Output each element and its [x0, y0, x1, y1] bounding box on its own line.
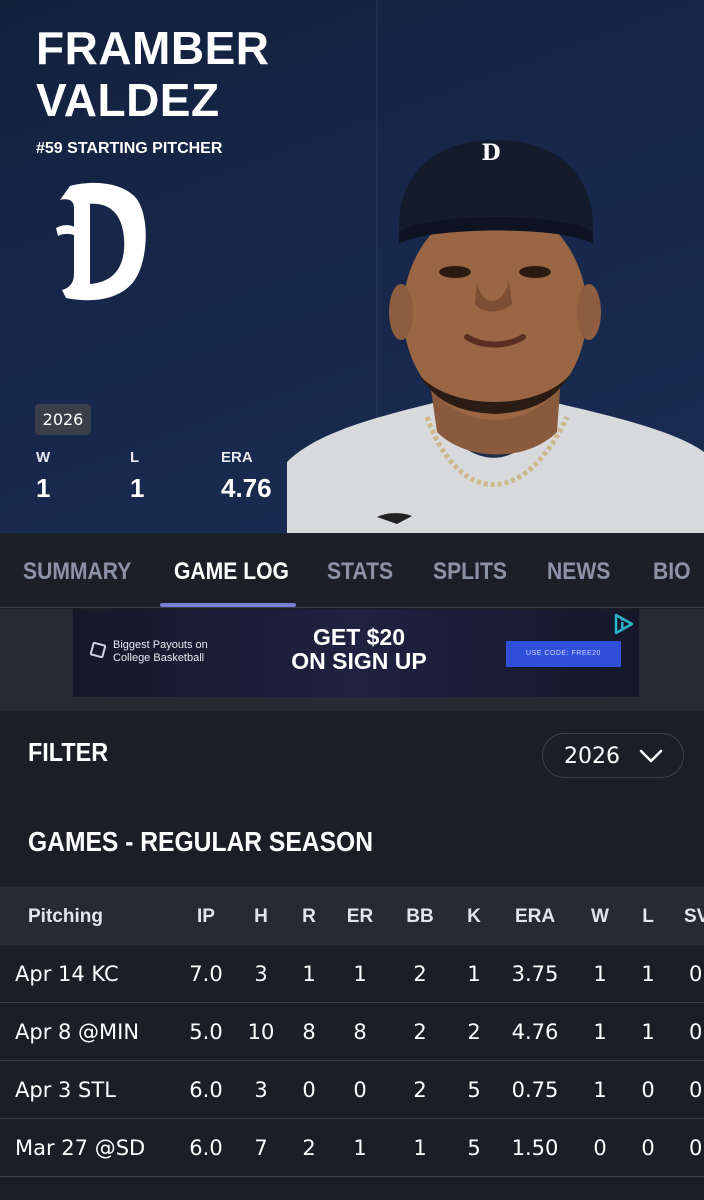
cell-era: 3.75 — [511, 962, 559, 986]
cell-k: 2 — [467, 1020, 481, 1044]
tigers-logo-icon — [56, 182, 146, 301]
tab-summary[interactable]: SUMMARY — [23, 533, 131, 608]
cell-ip: 6.0 — [189, 1078, 223, 1102]
player-number-position: #59 STARTING PITCHER — [36, 140, 223, 157]
ad-left-text: Biggest Payouts on College Basketball — [113, 639, 208, 664]
ad-headline: GET $20 ON SIGN UP — [291, 624, 427, 674]
cell-w: 1 — [593, 962, 607, 986]
cell-r: 1 — [302, 962, 316, 986]
stat-wins: W 1 — [36, 449, 51, 503]
stat-losses: L 1 — [130, 449, 145, 503]
cell-h: 3 — [254, 1078, 268, 1102]
filter-label: FILTER — [28, 737, 109, 767]
col-k[interactable]: K — [467, 887, 481, 945]
stat-era: ERA 4.76 — [221, 449, 272, 503]
cell-l: 0 — [641, 1078, 655, 1102]
tab-splits[interactable]: SPLITS — [433, 533, 507, 608]
cell-bb: 1 — [413, 1136, 427, 1160]
season-badge: 2026 — [35, 404, 91, 435]
cell-era: 1.50 — [511, 1136, 559, 1160]
season-select-value: 2026 — [564, 744, 620, 769]
table-row[interactable]: Apr 8 @MIN 5.0 10 8 8 2 2 4.76 1 1 0 — [0, 1003, 704, 1061]
cell-er: 0 — [353, 1078, 367, 1102]
cell-ip: 7.0 — [189, 962, 223, 986]
player-photo: D — [287, 140, 704, 533]
cell-ip: 5.0 — [189, 1020, 223, 1044]
tab-game-log[interactable]: GAME LOG — [174, 533, 289, 608]
cell-bb: 2 — [413, 962, 427, 986]
player-first-name: FRAMBER — [36, 22, 270, 74]
col-era[interactable]: ERA — [515, 887, 555, 945]
cell-h: 10 — [247, 1020, 275, 1044]
ad-promo-button[interactable]: USE CODE: FREE20 — [506, 641, 621, 667]
cell-l: 1 — [641, 962, 655, 986]
cell-sv: 0 — [689, 1020, 703, 1044]
ad-banner[interactable]: Biggest Payouts on College Basketball GE… — [73, 609, 639, 697]
cell-k: 1 — [467, 962, 481, 986]
cell-k: 5 — [467, 1078, 481, 1102]
player-hero: FRAMBER VALDEZ #59 STARTING PITCHER 2026… — [0, 0, 704, 533]
tab-bar: SUMMARY GAME LOG STATS SPLITS NEWS BIO — [0, 533, 704, 608]
cell-h: 3 — [254, 962, 268, 986]
col-h[interactable]: H — [254, 887, 268, 945]
cell-er: 1 — [353, 962, 367, 986]
cell-game: Mar 27 @SD — [15, 1136, 146, 1160]
section-title: GAMES - REGULAR SEASON — [28, 826, 373, 857]
cell-w: 0 — [593, 1136, 607, 1160]
ad-container: Biggest Payouts on College Basketball GE… — [0, 609, 704, 711]
player-name: FRAMBER VALDEZ — [36, 22, 269, 126]
col-r[interactable]: R — [302, 887, 316, 945]
cell-r: 8 — [302, 1020, 316, 1044]
cell-er: 8 — [353, 1020, 367, 1044]
cell-l: 0 — [641, 1136, 655, 1160]
col-w[interactable]: W — [591, 887, 609, 945]
col-er[interactable]: ER — [347, 887, 373, 945]
cell-k: 5 — [467, 1136, 481, 1160]
col-l[interactable]: L — [642, 887, 654, 945]
tab-news[interactable]: NEWS — [547, 533, 610, 608]
col-ip[interactable]: IP — [197, 887, 215, 945]
table-row[interactable]: Apr 3 STL 6.0 3 0 0 2 5 0.75 1 0 0 — [0, 1061, 704, 1119]
cell-r: 0 — [302, 1078, 316, 1102]
cell-bb: 2 — [413, 1020, 427, 1044]
cell-sv: 0 — [689, 1078, 703, 1102]
cell-game: Apr 3 STL — [15, 1078, 116, 1102]
cell-er: 1 — [353, 1136, 367, 1160]
cell-r: 2 — [302, 1136, 316, 1160]
cell-h: 7 — [254, 1136, 268, 1160]
tab-stats[interactable]: STATS — [327, 533, 393, 608]
table-header: Pitching IP H R ER BB K ERA W L SV — [0, 887, 704, 945]
table-row[interactable]: Apr 14 KC 7.0 3 1 1 2 1 3.75 1 1 0 — [0, 945, 704, 1003]
season-select[interactable]: 2026 — [542, 733, 684, 778]
col-bb[interactable]: BB — [406, 887, 433, 945]
cell-sv: 0 — [689, 1136, 703, 1160]
col-pitching[interactable]: Pitching — [28, 887, 103, 945]
cell-w: 1 — [593, 1020, 607, 1044]
chevron-down-icon — [639, 749, 663, 763]
cell-ip: 6.0 — [189, 1136, 223, 1160]
cell-l: 1 — [641, 1020, 655, 1044]
player-last-name: VALDEZ — [36, 74, 220, 126]
cell-game: Apr 14 KC — [15, 962, 119, 986]
cell-bb: 2 — [413, 1078, 427, 1102]
table-row[interactable]: Mar 27 @SD 6.0 7 2 1 1 5 1.50 0 0 0 — [0, 1119, 704, 1177]
cell-sv: 0 — [689, 962, 703, 986]
tab-bio[interactable]: BIO — [653, 533, 691, 608]
active-tab-indicator — [160, 603, 296, 607]
svg-text:D: D — [481, 140, 500, 166]
ad-choices-icon[interactable] — [612, 612, 636, 636]
col-sv[interactable]: SV — [684, 887, 704, 945]
cell-game: Apr 8 @MIN — [15, 1020, 140, 1044]
cell-w: 1 — [593, 1078, 607, 1102]
cell-era: 0.75 — [511, 1078, 559, 1102]
ad-brand-icon — [89, 641, 107, 659]
cell-era: 4.76 — [511, 1020, 559, 1044]
